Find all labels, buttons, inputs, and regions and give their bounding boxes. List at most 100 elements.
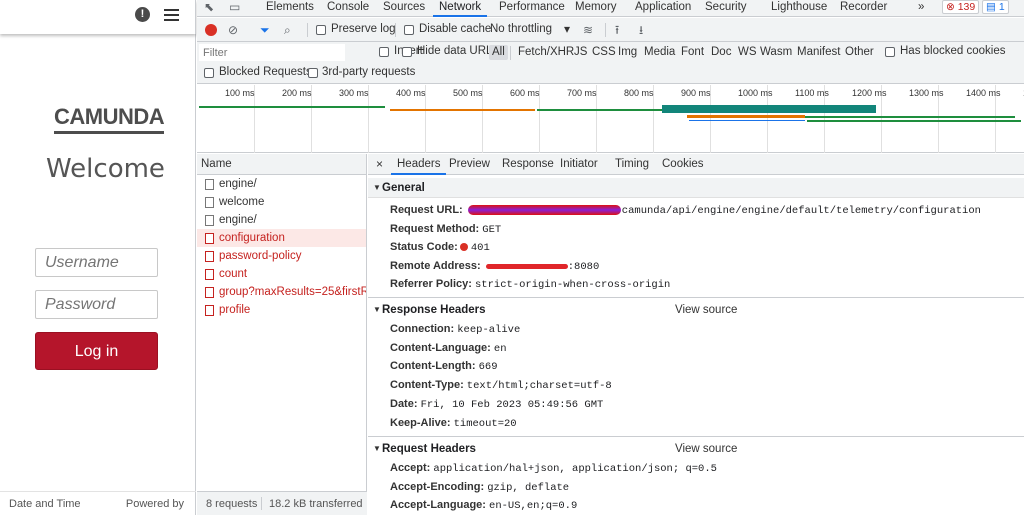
response-headers-section-header[interactable]: ▼ Response Headers View source [368, 300, 1024, 320]
clear-icon[interactable]: ⊘ [228, 23, 238, 37]
header-value: en-US,en;q=0.9 [489, 500, 578, 513]
collapse-arrow-icon: ▼ [373, 444, 381, 453]
request-row[interactable]: group?maxResults=25&firstR... [197, 283, 366, 301]
redacted-host [467, 205, 621, 216]
disable-cache-checkbox[interactable] [404, 25, 414, 35]
welcome-heading: Welcome [46, 154, 165, 184]
general-section-header[interactable]: ▼ General [368, 178, 1024, 198]
request-row[interactable]: engine/ [197, 175, 366, 193]
filter-type-manifest[interactable]: Manifest [794, 45, 843, 60]
blocked-requests-checkbox[interactable] [204, 68, 214, 78]
redacted-ip [485, 263, 568, 269]
tab-network[interactable]: Network [433, 0, 488, 17]
timeline-tick-label: 1300 ms [909, 88, 944, 98]
network-conditions-icon[interactable]: ≋ [583, 23, 593, 37]
timeline-bar [199, 106, 385, 108]
tab-elements[interactable]: Elements [260, 0, 320, 17]
third-party-checkbox[interactable] [308, 68, 318, 78]
tab-recorder[interactable]: Recorder [834, 0, 893, 17]
filter-type-js[interactable]: JS [571, 45, 590, 60]
filter-input[interactable] [199, 44, 345, 61]
network-toolbar: ⊘ ⏷ ⌕ Preserve log Disable cache No thro… [197, 18, 1024, 42]
tab-application[interactable]: Application [629, 0, 697, 17]
header-key: Accept-Encoding: [390, 480, 485, 493]
has-blocked-cookies-checkbox[interactable] [885, 47, 895, 57]
timeline-bar [537, 109, 662, 111]
more-tabs-icon[interactable]: » [912, 0, 930, 17]
tab-security[interactable]: Security [699, 0, 753, 17]
request-row[interactable]: welcome [197, 193, 366, 211]
preserve-log-checkbox[interactable] [316, 25, 326, 35]
details-tab-preview[interactable]: Preview [443, 154, 496, 175]
filter-type-wasm[interactable]: Wasm [757, 45, 795, 60]
response-view-source-link[interactable]: View source [675, 300, 737, 320]
filter-type-media[interactable]: Media [641, 45, 678, 60]
hamburger-menu-icon[interactable] [164, 9, 179, 21]
filter-type-font[interactable]: Font [678, 45, 707, 60]
header-value: application/hal+json, application/json; … [433, 463, 717, 475]
error-count-badge[interactable]: ⊗ 139 [942, 0, 980, 14]
request-url-row: Request URL: camunda/api/engine/engine/d… [390, 201, 981, 219]
request-method-row: Request Method: GET [390, 220, 501, 238]
timeline-bar [687, 115, 805, 118]
device-toolbar-icon[interactable]: ▭ [229, 1, 243, 14]
filter-type-all[interactable]: All [489, 45, 508, 60]
network-overview-timeline[interactable]: 100 ms 200 ms 300 ms 400 ms 500 ms 600 ms 700 … [197, 85, 1024, 153]
help-icon[interactable]: ! [135, 7, 150, 22]
import-har-icon[interactable]: ⭱ [615, 23, 619, 37]
details-tab-response[interactable]: Response [496, 154, 560, 175]
invert-checkbox[interactable] [379, 47, 389, 57]
record-button[interactable] [205, 24, 217, 36]
tab-sources[interactable]: Sources [377, 0, 431, 17]
name-column-header[interactable]: Name [197, 154, 366, 175]
tab-performance[interactable]: Performance [493, 0, 571, 17]
request-headers-section-header[interactable]: ▼ Request Headers View source [368, 439, 1024, 459]
login-button[interactable]: Log in [35, 332, 158, 370]
filter-icon[interactable]: ⏷ [260, 23, 270, 37]
timeline-bar [689, 120, 805, 121]
inspect-element-icon[interactable]: ⬉ [204, 1, 218, 14]
message-count-badge[interactable]: ▤ 1 [982, 0, 1009, 14]
search-icon[interactable]: ⌕ [284, 23, 291, 37]
request-row[interactable]: password-policy [197, 247, 366, 265]
request-name: count [219, 268, 248, 280]
throttling-select[interactable]: No throttling [490, 23, 552, 35]
request-row[interactable]: engine/ [197, 211, 366, 229]
request-name: profile [219, 304, 251, 316]
app-footer: Date and Time Powered by [0, 491, 196, 515]
hide-data-urls-checkbox[interactable] [402, 47, 412, 57]
tab-console[interactable]: Console [321, 0, 375, 17]
request-row[interactable]: configuration [197, 229, 366, 247]
tab-memory[interactable]: Memory [569, 0, 623, 17]
details-tab-timing[interactable]: Timing [609, 154, 655, 175]
request-view-source-link[interactable]: View source [675, 439, 737, 459]
collapse-arrow-icon: ▼ [373, 183, 381, 192]
request-row[interactable]: profile [197, 301, 366, 319]
filter-type-doc[interactable]: Doc [708, 45, 734, 60]
header-value: gzip, deflate [487, 481, 570, 494]
response-headers-title: Response Headers [382, 304, 486, 316]
filter-type-img[interactable]: Img [615, 45, 640, 60]
request-row[interactable]: count [197, 265, 366, 283]
tab-lighthouse[interactable]: Lighthouse [765, 0, 833, 17]
has-blocked-cookies-label: Has blocked cookies [900, 45, 1006, 57]
details-tab-initiator[interactable]: Initiator [554, 154, 604, 175]
filter-type-ws[interactable]: WS [735, 45, 760, 60]
export-har-icon[interactable]: ⭳ [639, 23, 643, 37]
close-icon[interactable]: × [376, 157, 383, 171]
username-input[interactable] [35, 248, 158, 277]
general-title: General [382, 182, 425, 194]
details-tab-headers[interactable]: Headers [391, 154, 447, 175]
filter-type-other[interactable]: Other [842, 45, 877, 60]
password-input[interactable] [35, 290, 158, 319]
preserve-log-label: Preserve log [331, 23, 396, 35]
request-name: group?maxResults=25&firstR... [219, 286, 366, 298]
devtools-panel: ⬉ ▭ Elements Console Sources Network Perform… [197, 0, 1024, 515]
filter-type-fetch-xhr[interactable]: Fetch/XHR [515, 45, 577, 60]
status-code-row: Status Code: 401 [390, 238, 490, 256]
request-name: password-policy [219, 250, 302, 262]
details-tabbar: × Headers Preview Response Initiator Timing C… [368, 154, 1024, 175]
details-tab-cookies[interactable]: Cookies [656, 154, 710, 175]
timeline-tick-label: 200 ms [282, 88, 312, 98]
chevron-down-icon[interactable]: ▾ [564, 22, 570, 36]
